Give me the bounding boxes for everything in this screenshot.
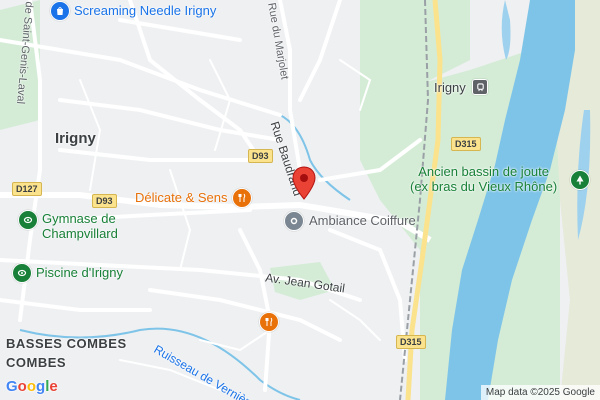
park-label-ancien-bassin[interactable]: Ancien bassin de joute (ex bras du Vieux…	[410, 164, 557, 194]
poi-label-gymnase[interactable]: Gymnase de Champvillard	[42, 211, 118, 241]
poi-label-delicate-sens[interactable]: Délicate & Sens	[135, 191, 228, 204]
town-label-irigny: Irigny	[55, 130, 96, 147]
basin-north	[501, 0, 511, 60]
red-location-pin-icon[interactable]	[292, 166, 316, 200]
fork-knife-icon[interactable]	[232, 188, 252, 208]
stadium-icon[interactable]	[18, 210, 38, 230]
station-label-irigny[interactable]: Irigny	[434, 81, 466, 94]
route-shield-d127: D127	[12, 182, 42, 196]
route-shield-d315-south: D315	[396, 335, 426, 349]
poi-label-screaming-needle[interactable]: Screaming Needle Irigny	[74, 4, 216, 17]
tree-icon[interactable]	[570, 170, 590, 190]
route-shield-d93-north: D93	[248, 149, 273, 163]
poi-label-piscine[interactable]: Piscine d'Irigny	[36, 266, 123, 279]
poi-label-ambiance-coiffure[interactable]: Ambiance Coiffure	[309, 214, 416, 227]
map-attribution[interactable]: Map data ©2025 Google	[480, 385, 600, 400]
stadium-icon[interactable]	[12, 263, 32, 283]
map-canvas[interactable]: D93 D93 D127 D315 D315 de Saint-Genis-La…	[0, 0, 600, 400]
hair-salon-icon[interactable]	[284, 211, 304, 231]
fork-knife-icon[interactable]	[259, 312, 279, 332]
google-logo: Google	[6, 378, 58, 395]
shopping-bag-icon[interactable]	[50, 1, 70, 21]
district-label-basses-combes: BASSES COMBES	[6, 336, 127, 351]
district-label-combes: COMBES	[6, 355, 67, 370]
train-icon[interactable]	[472, 79, 488, 95]
route-shield-d93-west: D93	[92, 194, 117, 208]
route-shield-d315-north: D315	[451, 137, 481, 151]
